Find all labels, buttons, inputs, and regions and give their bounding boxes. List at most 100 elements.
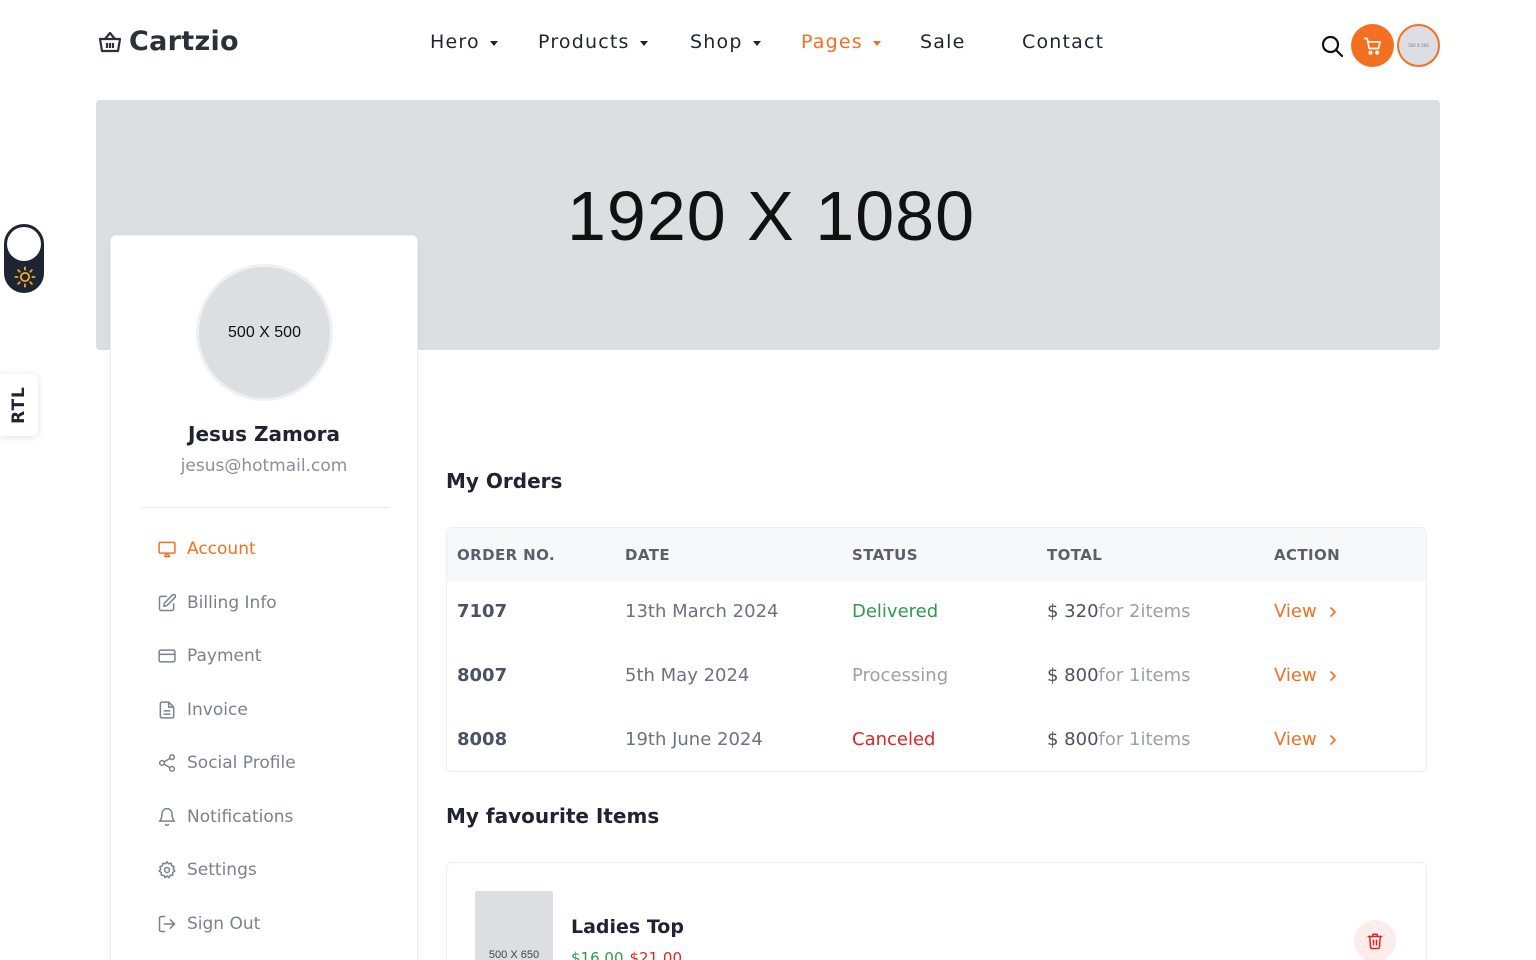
menu-label: Account bbox=[187, 539, 256, 559]
theme-toggle[interactable] bbox=[4, 224, 44, 293]
nav-label: Sale bbox=[920, 31, 966, 53]
menu-item-notifications[interactable]: Notifications bbox=[157, 807, 293, 827]
chevron-down-icon bbox=[489, 40, 498, 46]
nav-label: Shop bbox=[690, 31, 743, 53]
view-label: View bbox=[1274, 729, 1317, 750]
orders-title: My Orders bbox=[446, 469, 563, 493]
share-icon bbox=[158, 754, 176, 772]
menu-item-settings[interactable]: Settings bbox=[157, 860, 257, 880]
current-price: $16.00 bbox=[571, 949, 624, 960]
site-header: Cartzio Hero Products Shop Pages Sale Co… bbox=[0, 0, 1536, 90]
nav-item-hero[interactable]: Hero bbox=[430, 31, 498, 53]
menu-item-billing-info[interactable]: Billing Info bbox=[157, 593, 277, 613]
view-label: View bbox=[1274, 601, 1317, 622]
card-icon bbox=[158, 649, 176, 663]
header-actions: 500 X 500 bbox=[1318, 24, 1440, 67]
user-avatar[interactable]: 500 X 500 bbox=[1397, 24, 1440, 67]
gear-icon bbox=[158, 860, 176, 879]
chevron-down-icon bbox=[752, 40, 761, 46]
menu-item-invoice[interactable]: Invoice bbox=[157, 700, 248, 720]
order-date: 19th June 2024 bbox=[625, 729, 763, 750]
order-date: 13th March 2024 bbox=[625, 601, 779, 622]
table-row: 7107 13th March 2024 Delivered $ 320for … bbox=[447, 581, 1426, 644]
rtl-toggle[interactable]: RTL bbox=[0, 374, 38, 436]
trash-icon bbox=[1367, 933, 1383, 950]
bell-icon bbox=[158, 807, 176, 827]
nav-label: Products bbox=[538, 31, 630, 53]
order-date: 5th May 2024 bbox=[625, 665, 750, 686]
cart-icon bbox=[1363, 37, 1381, 55]
menu-label: Sign Out bbox=[187, 914, 261, 934]
product-price: $16.00 $21.00 bbox=[571, 949, 682, 960]
item-count: for 1items bbox=[1098, 729, 1191, 750]
menu-item-payment[interactable]: Payment bbox=[157, 646, 261, 666]
search-button[interactable] bbox=[1318, 32, 1346, 60]
sign-out-icon bbox=[158, 915, 176, 933]
table-header: ORDER NO. DATE STATUS TOTAL ACTION bbox=[447, 528, 1426, 581]
cart-button[interactable] bbox=[1351, 24, 1394, 67]
favourite-item: 500 X 650 Ladies Top $16.00 $21.00 bbox=[446, 862, 1427, 960]
nav-item-sale[interactable]: Sale bbox=[920, 31, 965, 53]
status-badge: Canceled bbox=[852, 729, 936, 750]
thumbnail-placeholder-text: 500 X 650 bbox=[488, 949, 540, 960]
main-nav: Hero Products Shop Pages Sale Contact bbox=[0, 31, 1536, 59]
nav-item-shop[interactable]: Shop bbox=[690, 31, 761, 53]
nav-item-pages[interactable]: Pages bbox=[801, 31, 881, 53]
orders-table: ORDER NO. DATE STATUS TOTAL ACTION 7107 … bbox=[446, 527, 1427, 772]
avatar-placeholder-text: 500 X 500 bbox=[228, 323, 301, 341]
menu-item-social-profile[interactable]: Social Profile bbox=[157, 753, 296, 773]
nav-label: Pages bbox=[801, 31, 863, 53]
view-label: View bbox=[1274, 665, 1317, 686]
column-header: ACTION bbox=[1274, 546, 1341, 564]
nav-label: Contact bbox=[1022, 31, 1105, 53]
nav-label: Hero bbox=[430, 31, 480, 53]
menu-label: Settings bbox=[187, 860, 257, 880]
view-order-link[interactable]: View bbox=[1274, 601, 1337, 622]
status-badge: Processing bbox=[852, 665, 949, 686]
favourites-title: My favourite Items bbox=[446, 804, 660, 828]
menu-item-account[interactable]: Account bbox=[157, 539, 256, 559]
avatar-placeholder-text: 500 X 500 bbox=[1408, 43, 1429, 48]
nav-item-products[interactable]: Products bbox=[538, 31, 648, 53]
screen-icon bbox=[158, 541, 176, 558]
item-count: for 1items bbox=[1098, 665, 1191, 686]
column-header: DATE bbox=[625, 546, 670, 564]
document-icon bbox=[159, 701, 175, 719]
total-amount: $ 800 bbox=[1047, 729, 1099, 750]
profile-name: Jesus Zamora bbox=[188, 422, 340, 446]
nav-item-contact[interactable]: Contact bbox=[1022, 31, 1104, 53]
column-header: ORDER NO. bbox=[457, 546, 556, 564]
table-row: 8008 19th June 2024 Canceled $ 800for 1i… bbox=[447, 709, 1426, 771]
rtl-label: RTL bbox=[8, 386, 29, 424]
status-badge: Delivered bbox=[852, 601, 939, 622]
product-thumbnail[interactable]: 500 X 650 bbox=[475, 891, 553, 960]
view-order-link[interactable]: View bbox=[1274, 665, 1337, 686]
product-name[interactable]: Ladies Top bbox=[571, 916, 684, 938]
chevron-down-icon bbox=[639, 40, 648, 46]
menu-label: Invoice bbox=[187, 700, 248, 720]
total-amount: $ 800 bbox=[1047, 665, 1099, 686]
remove-favourite-button[interactable] bbox=[1354, 920, 1396, 960]
menu-label: Notifications bbox=[187, 807, 294, 827]
chevron-right-icon bbox=[1329, 734, 1336, 745]
edit-icon bbox=[158, 593, 177, 612]
profile-card: 500 X 500 Jesus Zamora jesus@hotmail.com… bbox=[110, 235, 418, 960]
chevron-right-icon bbox=[1329, 670, 1336, 681]
order-total: $ 800for 1items bbox=[1047, 665, 1191, 686]
toggle-knob bbox=[7, 227, 41, 261]
menu-label: Billing Info bbox=[187, 593, 277, 613]
total-amount: $ 320 bbox=[1047, 601, 1099, 622]
menu-item-sign-out[interactable]: Sign Out bbox=[157, 914, 260, 934]
old-price: $21.00 bbox=[629, 949, 683, 960]
chevron-right-icon bbox=[1329, 606, 1336, 617]
column-header: STATUS bbox=[852, 546, 918, 564]
profile-email: jesus@hotmail.com bbox=[180, 456, 348, 476]
search-icon bbox=[1321, 35, 1344, 57]
view-order-link[interactable]: View bbox=[1274, 729, 1337, 750]
menu-label: Payment bbox=[187, 646, 262, 666]
order-total: $ 800for 1items bbox=[1047, 729, 1191, 750]
sun-icon bbox=[14, 266, 36, 288]
table-row: 8007 5th May 2024 Processing $ 800for 1i… bbox=[447, 645, 1426, 708]
divider bbox=[141, 507, 389, 508]
column-header: TOTAL bbox=[1047, 546, 1103, 564]
